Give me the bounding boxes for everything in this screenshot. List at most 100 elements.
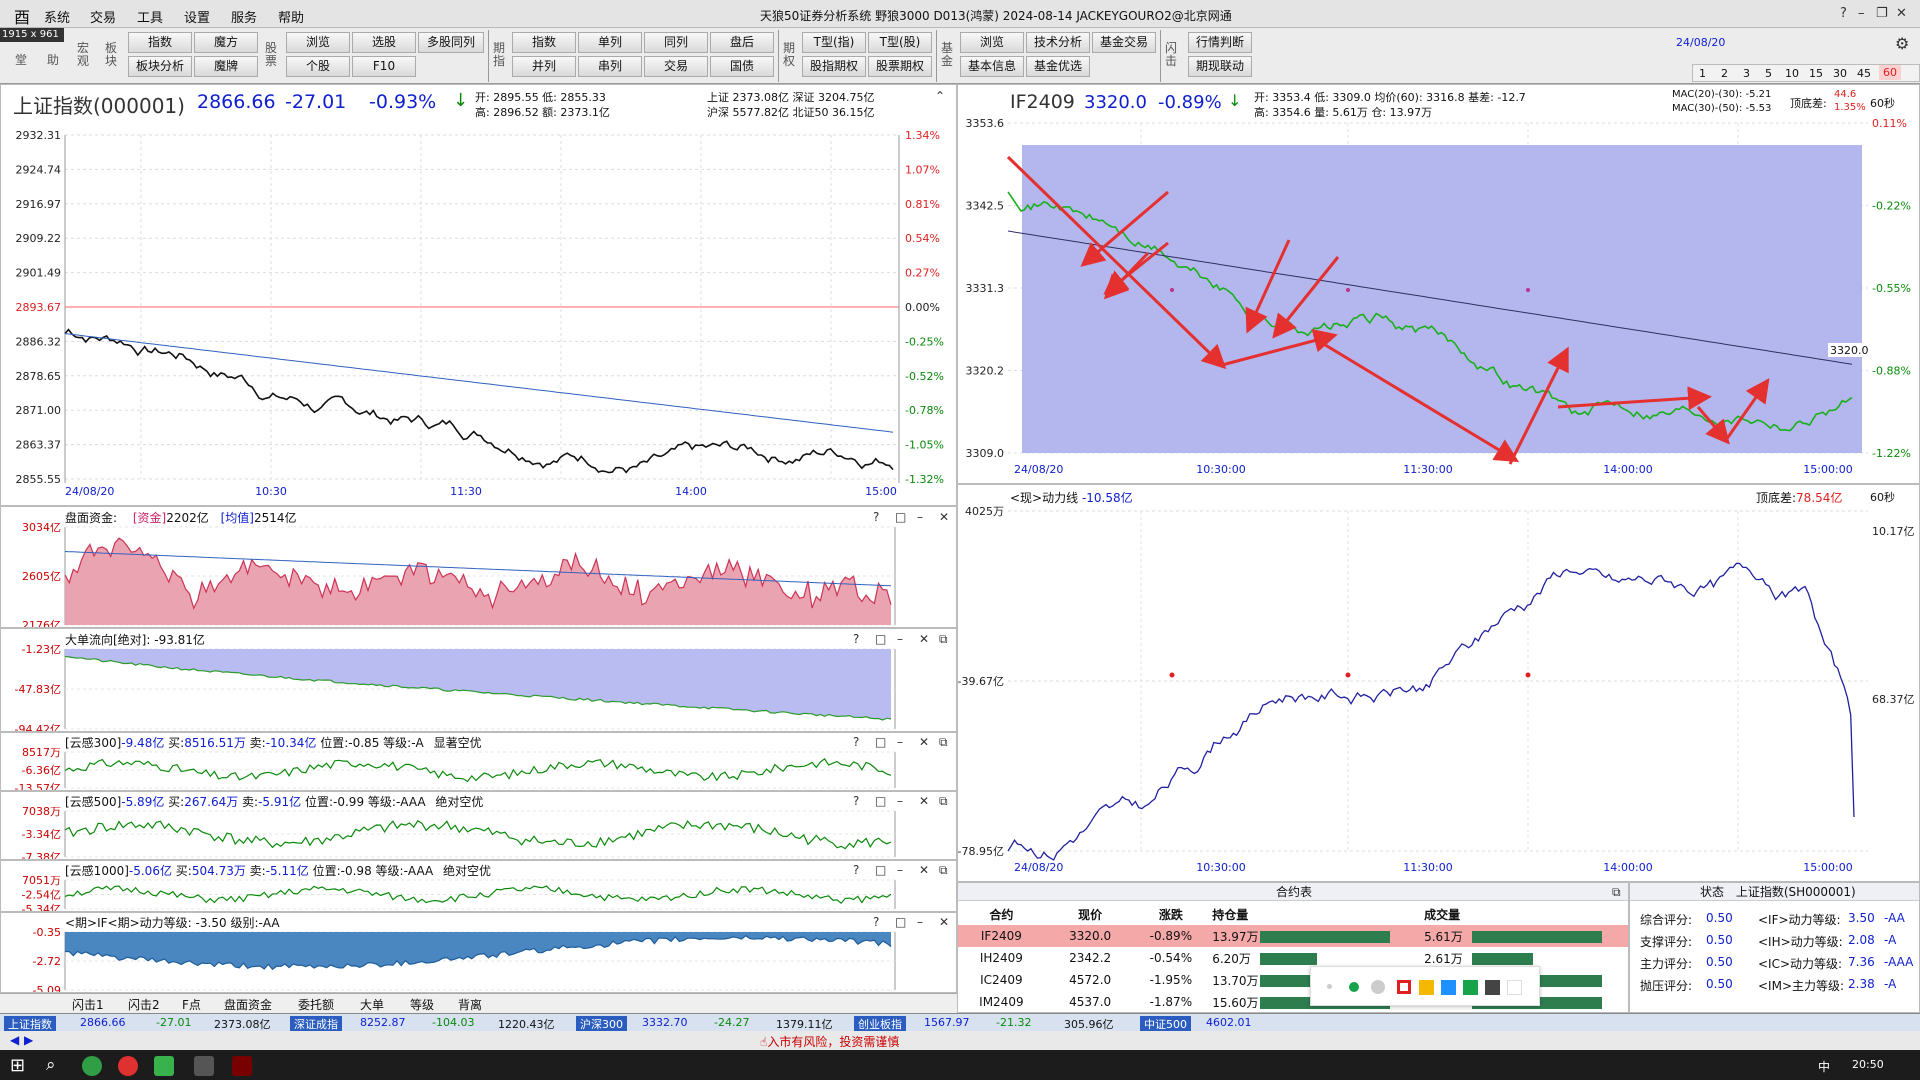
period-tab[interactable]: 5: [1765, 67, 1772, 80]
minimize-icon[interactable]: –: [1858, 6, 1865, 21]
help-icon[interactable]: ?: [873, 510, 879, 524]
nav-date[interactable]: 24/08/20: [1676, 36, 1725, 49]
minimize-icon[interactable]: –: [917, 915, 923, 929]
search-icon[interactable]: ⌕: [46, 1055, 56, 1075]
menu-service[interactable]: 服务: [231, 7, 257, 26]
terminal-icon[interactable]: [232, 1056, 252, 1076]
minimize-icon[interactable]: –: [897, 863, 903, 877]
menu-settings[interactable]: 设置: [184, 7, 210, 26]
period-tab[interactable]: 45: [1857, 67, 1871, 80]
sb-hs300-label[interactable]: 沪深300: [576, 1016, 627, 1032]
app-taskbar-icon[interactable]: [194, 1056, 214, 1076]
minimize-icon[interactable]: –: [897, 735, 903, 749]
tab-capital[interactable]: 盘面资金: [224, 996, 272, 1013]
btn-after-hours[interactable]: 盘后: [710, 32, 774, 53]
maximize-icon[interactable]: □: [875, 632, 886, 646]
maximize-icon[interactable]: □: [895, 510, 906, 524]
close-icon[interactable]: ✕: [919, 632, 929, 646]
btn-fund-trade[interactable]: 基金交易: [1092, 32, 1156, 53]
btn-magic-card[interactable]: 魔牌: [194, 56, 258, 77]
table-row[interactable]: IF2409 3320.0 -0.89% 13.97万 5.61万: [958, 925, 1628, 947]
minimize-icon[interactable]: –: [897, 632, 903, 646]
ime-indicator[interactable]: 中: [1818, 1058, 1830, 1075]
scroll-left-icon[interactable]: ◀: [10, 1033, 19, 1047]
gear-icon[interactable]: ⚙: [1895, 34, 1909, 53]
color-red-swatch[interactable]: [1397, 980, 1411, 994]
dot-medium-icon[interactable]: [1349, 982, 1359, 992]
help-icon[interactable]: ?: [853, 863, 859, 877]
menu-trade[interactable]: 交易: [90, 7, 116, 26]
dot-large-icon[interactable]: [1371, 980, 1385, 994]
help-icon[interactable]: ?: [873, 915, 879, 929]
power-period-label[interactable]: 60秒: [1870, 489, 1895, 505]
btn-browse[interactable]: 浏览: [286, 32, 350, 53]
tab-divergence[interactable]: 背离: [458, 996, 482, 1013]
close-icon[interactable]: ✕: [1896, 6, 1907, 21]
btn-stock-pick[interactable]: 选股: [352, 32, 416, 53]
tab-big-order[interactable]: 大单: [360, 996, 384, 1013]
period-tab[interactable]: 10: [1785, 67, 1799, 80]
color-white-swatch[interactable]: [1507, 980, 1522, 995]
btn-index-2[interactable]: 指数: [512, 32, 576, 53]
maximize-icon[interactable]: □: [875, 794, 886, 808]
period-tab[interactable]: 15: [1809, 67, 1823, 80]
maximize-icon[interactable]: □: [875, 863, 886, 877]
dot-small-icon[interactable]: [1327, 984, 1332, 989]
minimize-icon[interactable]: –: [917, 510, 923, 524]
btn-technical-analysis[interactable]: 技术分析: [1026, 32, 1090, 53]
maximize-icon[interactable]: □: [875, 735, 886, 749]
wechat-icon[interactable]: [154, 1056, 174, 1076]
btn-t-stock[interactable]: T型(股): [868, 32, 932, 53]
sb-cyb-label[interactable]: 创业板指: [854, 1016, 906, 1032]
period-label[interactable]: 60秒: [1870, 95, 1895, 111]
help-icon[interactable]: ?: [1840, 6, 1847, 21]
period-tab[interactable]: 3: [1743, 67, 1750, 80]
period-tab[interactable]: 1: [1699, 67, 1706, 80]
btn-f10[interactable]: F10: [352, 56, 416, 77]
btn-serial[interactable]: 串列: [578, 56, 642, 77]
btn-trade[interactable]: 交易: [644, 56, 708, 77]
col-contract[interactable]: 合约: [958, 903, 1045, 925]
btn-index-options[interactable]: 股指期权: [802, 56, 866, 77]
color-yellow-swatch[interactable]: [1419, 980, 1434, 995]
menu-tools[interactable]: 工具: [137, 7, 163, 26]
btn-sector-analysis[interactable]: 板块分析: [128, 56, 192, 77]
btn-treasury[interactable]: 国债: [710, 56, 774, 77]
btn-stock-options[interactable]: 股票期权: [868, 56, 932, 77]
col-open-interest[interactable]: 持仓量: [1206, 903, 1418, 925]
menu-help[interactable]: 帮助: [278, 7, 304, 26]
maximize-icon[interactable]: □: [895, 915, 906, 929]
minimize-icon[interactable]: –: [897, 794, 903, 808]
tab-flash2[interactable]: 闪击2: [128, 996, 160, 1013]
close-icon[interactable]: ✕: [939, 510, 949, 524]
btn-futures-spot-link[interactable]: 期现联动: [1188, 56, 1252, 77]
tab-flash1[interactable]: 闪击1: [72, 996, 104, 1013]
help-icon[interactable]: ?: [853, 632, 859, 646]
close-icon[interactable]: ✕: [919, 794, 929, 808]
tab-grade[interactable]: 等级: [410, 996, 434, 1013]
btn-browse-fund[interactable]: 浏览: [960, 32, 1024, 53]
btn-rubik[interactable]: 魔方: [194, 32, 258, 53]
collapse-icon[interactable]: ⌃: [935, 89, 945, 103]
color-blue-swatch[interactable]: [1441, 980, 1456, 995]
restore-icon[interactable]: ❐: [1876, 6, 1888, 21]
clock[interactable]: 20:50: [1852, 1058, 1884, 1071]
btn-parallel[interactable]: 并列: [512, 56, 576, 77]
period-tab-active[interactable]: 60: [1879, 65, 1901, 80]
color-green-swatch[interactable]: [1463, 980, 1478, 995]
btn-fund-select[interactable]: 基金优选: [1026, 56, 1090, 77]
col-price[interactable]: 现价: [1045, 903, 1136, 925]
btn-single-column[interactable]: 单列: [578, 32, 642, 53]
close-icon[interactable]: ✕: [919, 863, 929, 877]
help-icon[interactable]: ?: [853, 794, 859, 808]
menu-system[interactable]: 系统: [44, 7, 70, 26]
close-icon[interactable]: ✕: [919, 735, 929, 749]
sb-sz-label[interactable]: 深证成指: [290, 1016, 342, 1032]
close-icon[interactable]: ✕: [939, 915, 949, 929]
tab-order-amount[interactable]: 委托额: [298, 996, 334, 1013]
chrome-icon[interactable]: [118, 1056, 138, 1076]
btn-multi-stock[interactable]: 多股同列: [418, 32, 484, 53]
scroll-right-icon[interactable]: ▶: [24, 1033, 33, 1047]
browser-icon[interactable]: [82, 1056, 102, 1076]
period-tab[interactable]: 30: [1833, 67, 1847, 80]
